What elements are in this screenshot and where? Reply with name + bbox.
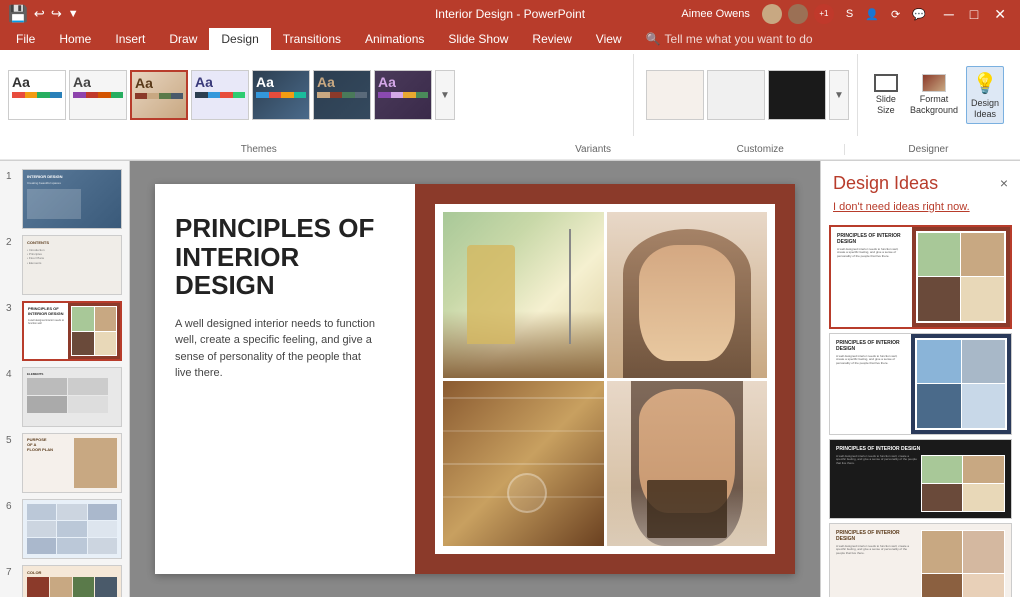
- search-box[interactable]: 🔍 Tell me what you want to do: [634, 28, 825, 50]
- variant-1[interactable]: [646, 70, 704, 120]
- theme-item-5[interactable]: Aa: [252, 70, 310, 120]
- design-idea-4-thumb: PRINCIPLES OF INTERIOR DESIGN A well des…: [830, 524, 1011, 597]
- variant-dropdown[interactable]: ▼: [829, 70, 849, 120]
- tab-transitions[interactable]: Transitions: [271, 28, 353, 50]
- theme-item-4[interactable]: Aa: [191, 70, 249, 120]
- tab-insert[interactable]: Insert: [103, 28, 157, 50]
- theme-item-6[interactable]: Aa: [313, 70, 371, 120]
- comments-icon[interactable]: 💬: [912, 8, 926, 21]
- close-btn[interactable]: ✕: [988, 6, 1012, 23]
- design-ideas-close-btn[interactable]: ×: [1000, 175, 1008, 191]
- photo-wood: [443, 381, 604, 547]
- maximize-btn[interactable]: □: [964, 6, 984, 23]
- slide-left-content: PRINCIPLES OFINTERIORDESIGN A well desig…: [175, 214, 375, 382]
- design-idea-1[interactable]: PRINCIPLES OF INTERIOR DESIGN A well des…: [829, 225, 1012, 329]
- slide-title: PRINCIPLES OFINTERIORDESIGN: [175, 214, 375, 300]
- design-ideas-panel: Design Ideas × I don't need ideas right …: [820, 161, 1020, 597]
- slide-5-image[interactable]: PURPOSEOF AFLOOR PLAN: [22, 433, 122, 493]
- variant-2[interactable]: [707, 70, 765, 120]
- slide-thumb-6[interactable]: 6: [6, 499, 123, 559]
- tab-animations[interactable]: Animations: [353, 28, 436, 50]
- tab-slideshow[interactable]: Slide Show: [436, 28, 520, 50]
- user-avatar3: +1: [814, 4, 834, 24]
- redo-icon[interactable]: ↪: [51, 6, 62, 22]
- themes-group: Aa Aa: [8, 54, 634, 136]
- design-idea-2[interactable]: PRINCIPLES OF INTERIOR DESIGN A well des…: [829, 333, 1012, 435]
- user-name: Aimee Owens: [681, 8, 749, 20]
- user-avatar: [762, 4, 782, 24]
- theme-dropdown[interactable]: ▼: [435, 70, 455, 120]
- design-ideas-header: Design Ideas ×: [821, 161, 1020, 201]
- slide-thumb-3[interactable]: 3 PRINCIPLES OF INTERIOR DESIGN A well d…: [6, 301, 123, 361]
- powerpoint-icon: 💾: [8, 4, 28, 24]
- format-background-btn[interactable]: FormatBackground: [906, 70, 962, 120]
- slide-panel: 1 INTERIOR DESIGN Creating beautiful spa…: [0, 161, 130, 597]
- design-ideas-scroll: PRINCIPLES OF INTERIOR DESIGN A well des…: [821, 221, 1020, 597]
- theme-item-1[interactable]: Aa: [8, 70, 66, 120]
- minimize-btn[interactable]: ─: [938, 6, 960, 23]
- slide-6-image[interactable]: [22, 499, 122, 559]
- design-idea-1-thumb: PRINCIPLES OF INTERIOR DESIGN A well des…: [831, 227, 1010, 327]
- window-controls: ─ □ ✕: [938, 6, 1012, 23]
- tab-home[interactable]: Home: [47, 28, 103, 50]
- history-icon[interactable]: ⟳: [891, 8, 900, 21]
- customize-group: SlideSize FormatBackground 💡 DesignIdeas: [862, 54, 1012, 136]
- design-idea-4[interactable]: PRINCIPLES OF INTERIOR DESIGN A well des…: [829, 523, 1012, 597]
- slide-body: A well designed interior needs to functi…: [175, 316, 375, 382]
- ribbon-content: Aa Aa: [0, 50, 1020, 140]
- theme-item-7[interactable]: Aa: [374, 70, 432, 120]
- variants-group: ▼: [638, 54, 858, 136]
- user-avatar2: [788, 4, 808, 24]
- variant-3[interactable]: [768, 70, 826, 120]
- slide-thumb-4[interactable]: 4 ELEMENTS: [6, 367, 123, 427]
- ribbon-section-labels: Themes Variants Customize Designer: [0, 140, 1020, 160]
- photo-woman-bottom: [607, 381, 768, 547]
- tab-design[interactable]: Design: [209, 28, 270, 50]
- quick-access-icon[interactable]: ▼: [68, 8, 79, 20]
- design-ideas-title: Design Ideas: [833, 173, 938, 195]
- slide-canvas: PRINCIPLES OFINTERIORDESIGN A well desig…: [155, 184, 795, 574]
- theme-item-3[interactable]: Aa: [130, 70, 188, 120]
- tab-file[interactable]: File: [4, 28, 47, 50]
- undo-icon[interactable]: ↩: [34, 6, 45, 22]
- design-ideas-btn[interactable]: 💡 DesignIdeas: [966, 66, 1004, 125]
- no-ideas-link[interactable]: I don't need ideas right now.: [821, 201, 1020, 221]
- slide-7-image[interactable]: COLOR: [22, 565, 122, 597]
- customize-label: Customize: [677, 144, 845, 155]
- slide-1-image[interactable]: INTERIOR DESIGN Creating beautiful space…: [22, 169, 122, 229]
- slide-2-image[interactable]: CONTENTS • Introduction• Principles• Flo…: [22, 235, 122, 295]
- ribbon-tabs: File Home Insert Draw Design Transitions…: [0, 28, 1020, 50]
- slide-thumb-2[interactable]: 2 CONTENTS • Introduction• Principles• F…: [6, 235, 123, 295]
- themes-label: Themes: [8, 144, 510, 155]
- photo-woman-top: [607, 212, 768, 378]
- slide-size-btn[interactable]: SlideSize: [870, 70, 902, 120]
- skype-icon[interactable]: S: [846, 8, 853, 20]
- tab-draw[interactable]: Draw: [157, 28, 209, 50]
- theme-item-2[interactable]: Aa: [69, 70, 127, 120]
- main-area: 1 INTERIOR DESIGN Creating beautiful spa…: [0, 161, 1020, 597]
- title-bar-left: 💾 ↩ ↪ ▼: [8, 4, 79, 24]
- slide-thumb-7[interactable]: 7 COLOR: [6, 565, 123, 597]
- tab-view[interactable]: View: [584, 28, 634, 50]
- title-bar-right: Aimee Owens +1 S 👤 ⟳ 💬 ─ □ ✕: [681, 4, 1012, 24]
- slide-thumb-5[interactable]: 5 PURPOSEOF AFLOOR PLAN: [6, 433, 123, 493]
- slide-4-image[interactable]: ELEMENTS: [22, 367, 122, 427]
- tab-review[interactable]: Review: [520, 28, 583, 50]
- slide-thumb-1[interactable]: 1 INTERIOR DESIGN Creating beautiful spa…: [6, 169, 123, 229]
- account-icon[interactable]: 👤: [865, 8, 879, 21]
- design-idea-3[interactable]: PRINCIPLES OF INTERIOR DESIGN A well des…: [829, 439, 1012, 519]
- canvas-area: PRINCIPLES OFINTERIORDESIGN A well desig…: [130, 161, 820, 597]
- slide-right-content: [415, 184, 795, 574]
- variants-label: Variants: [510, 144, 677, 155]
- design-idea-3-thumb: PRINCIPLES OF INTERIOR DESIGN A well des…: [830, 440, 1011, 518]
- design-idea-2-thumb: PRINCIPLES OF INTERIOR DESIGN A well des…: [830, 334, 1011, 434]
- designer-label: Designer: [845, 144, 1012, 155]
- title-bar: 💾 ↩ ↪ ▼ Interior Design - PowerPoint Aim…: [0, 0, 1020, 28]
- window-title: Interior Design - PowerPoint: [435, 7, 585, 21]
- ribbon: File Home Insert Draw Design Transitions…: [0, 28, 1020, 161]
- slide-3-image[interactable]: PRINCIPLES OF INTERIOR DESIGN A well des…: [22, 301, 122, 361]
- photo-chair: [443, 212, 604, 378]
